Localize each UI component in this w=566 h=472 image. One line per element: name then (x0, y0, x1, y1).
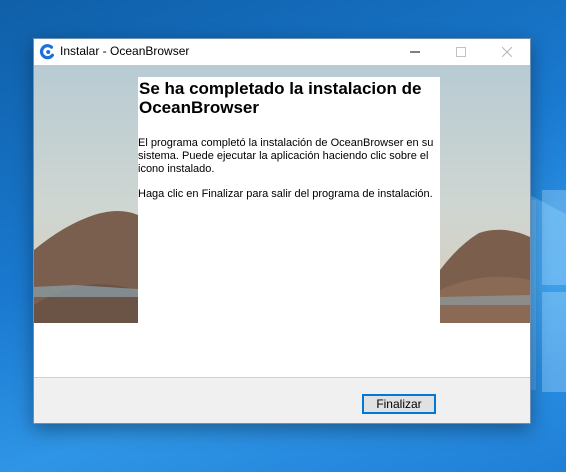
button-bar: Finalizar (34, 377, 530, 423)
minimize-icon (410, 51, 420, 53)
exit-instructions: Haga clic en Finalizar para salir del pr… (138, 188, 433, 200)
maximize-icon (456, 47, 466, 57)
completion-message: El programa completó la instalación de O… (138, 137, 434, 175)
completion-panel: Se ha completado la instalacion de Ocean… (138, 77, 440, 323)
installer-window: Instalar - OceanBrowser Se ha completado… (33, 38, 531, 424)
minimize-button[interactable] (392, 39, 438, 65)
completion-heading: Se ha completado la instalacion de Ocean… (139, 79, 422, 117)
oceanbrowser-logo-icon (39, 44, 55, 60)
close-icon (502, 47, 512, 57)
title-bar[interactable]: Instalar - OceanBrowser (34, 39, 530, 65)
desktop-light-panel (542, 292, 566, 392)
finish-button[interactable]: Finalizar (362, 394, 436, 414)
close-button[interactable] (484, 39, 530, 65)
window-title: Instalar - OceanBrowser (60, 44, 190, 58)
desktop-light-panel (542, 190, 566, 285)
content-spacer (34, 323, 530, 377)
maximize-button[interactable] (438, 39, 484, 65)
banner-area: Se ha completado la instalacion de Ocean… (34, 65, 530, 323)
